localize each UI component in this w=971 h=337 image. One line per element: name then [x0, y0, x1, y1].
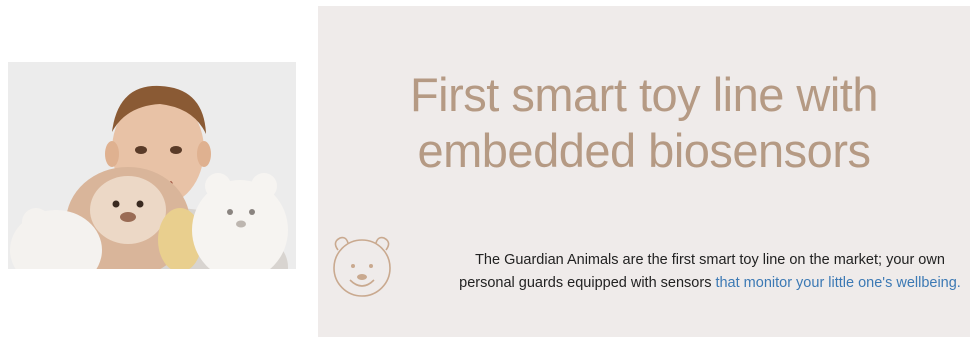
headline-line-2: embedded biosensors [417, 124, 871, 178]
banner: First smart toy line with embedded biose… [318, 6, 970, 337]
page: First smart toy line with embedded biose… [0, 0, 971, 337]
child-with-plush-toys-photo [8, 62, 296, 269]
photo-illustration [8, 62, 296, 269]
description-link[interactable]: that monitor your little one's wellbeing… [715, 275, 960, 291]
bear-face-icon [333, 236, 391, 297]
headline-line-1: First smart toy line with [409, 68, 879, 122]
description: The Guardian Animals are the first smart… [456, 249, 964, 295]
headline: First smart toy line with embedded biose… [318, 67, 970, 179]
